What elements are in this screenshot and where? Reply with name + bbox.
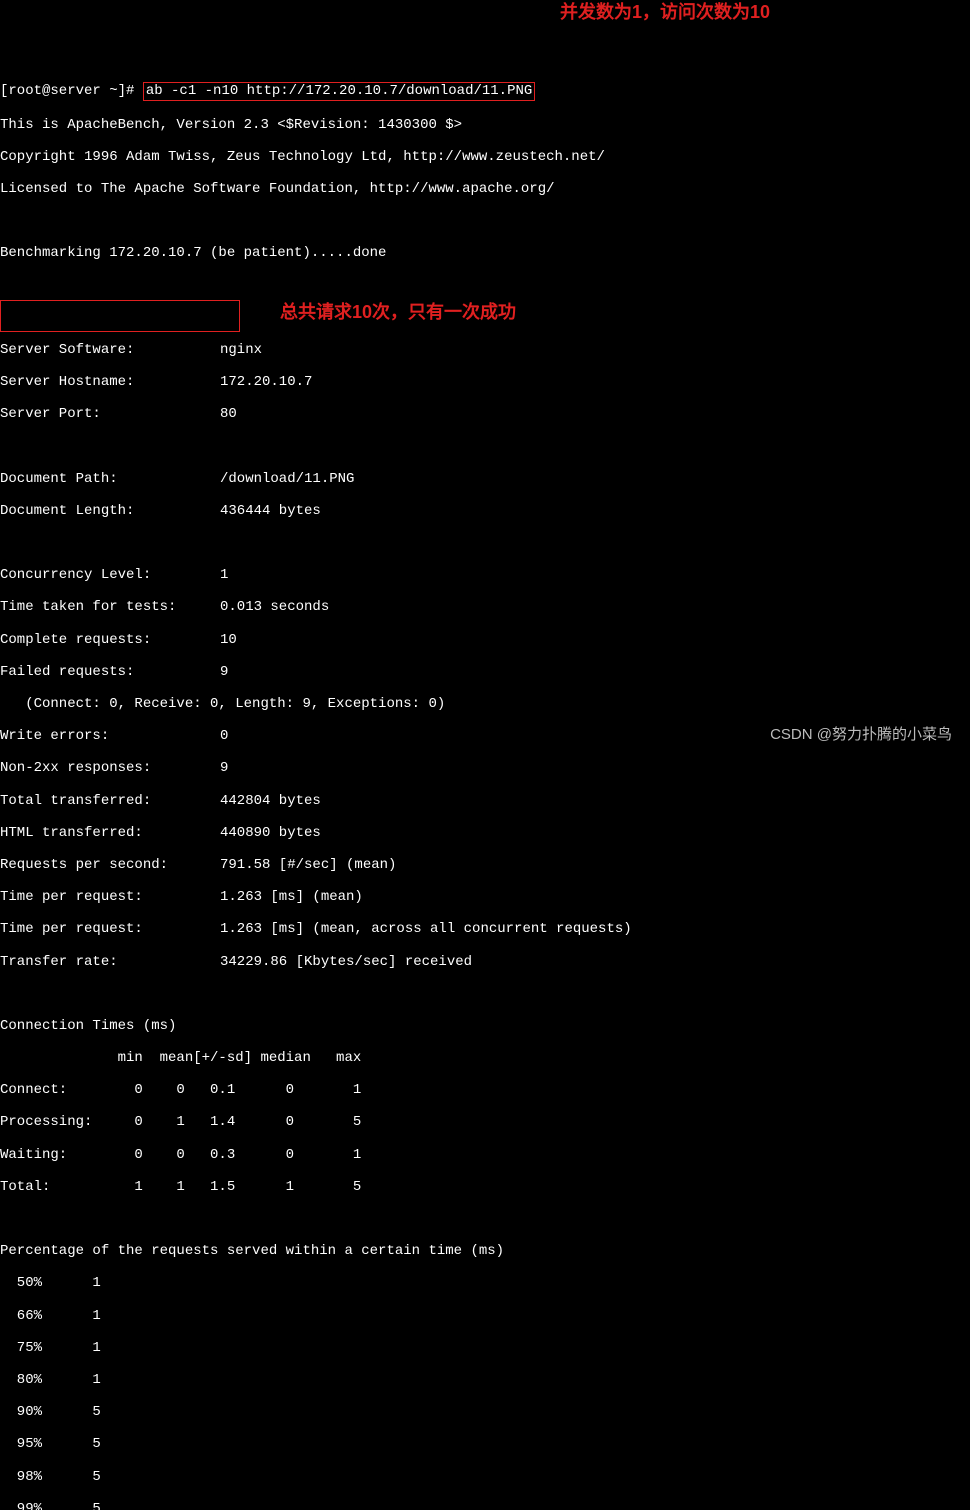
percentage-80: 80% 1 [0,1372,970,1388]
connection-times-title: Connection Times (ms) [0,1018,970,1034]
write-errors-label: Write errors: [0,728,220,744]
transfer-rate-label: Transfer rate: [0,954,220,970]
benchmarking-line: Benchmarking 172.20.10.7 (be patient)...… [0,245,970,261]
html-transferred-label: HTML transferred: [0,825,220,841]
server-software-label: Server Software: [0,342,220,358]
complete-requests-label: Complete requests: [0,632,220,648]
percentage-90: 90% 5 [0,1404,970,1420]
connection-connect-row: Connect: 0 0 0.1 0 1 [0,1082,970,1098]
percentage-title: Percentage of the requests served within… [0,1243,970,1259]
connection-waiting-row: Waiting: 0 0 0.3 0 1 [0,1147,970,1163]
document-path-value: /download/11.PNG [220,471,354,487]
document-path-label: Document Path: [0,471,220,487]
server-hostname-value: 172.20.10.7 [220,374,312,390]
non-2xx-value: 9 [220,760,228,776]
time-per-request-all-value: 1.263 [ms] (mean, across all concurrent … [220,921,632,937]
total-transferred-value: 442804 bytes [220,793,321,809]
connection-processing-row: Processing: 0 1 1.4 0 5 [0,1114,970,1130]
percentage-66: 66% 1 [0,1308,970,1324]
command-box: ab -c1 -n10 http://172.20.10.7/download/… [143,82,535,100]
connection-times-header: min mean[+/-sd] median max [0,1050,970,1066]
server-port-label: Server Port: [0,406,220,422]
percentage-98: 98% 5 [0,1469,970,1485]
time-taken-label: Time taken for tests: [0,599,220,615]
percentage-99: 99% 5 [0,1501,970,1510]
server-port-value: 80 [220,406,237,422]
total-transferred-label: Total transferred: [0,793,220,809]
time-taken-value: 0.013 seconds [220,599,329,615]
requests-per-second-value: 791.58 [#/sec] (mean) [220,857,396,873]
transfer-rate-value: 34229.86 [Kbytes/sec] received [220,954,472,970]
requests-per-second-label: Requests per second: [0,857,220,873]
apache-bench-version: This is ApacheBench, Version 2.3 <$Revis… [0,117,970,133]
shell-prompt: [root@server ~]# [0,83,143,99]
annotation-concurrency: 并发数为1，访问次数为10 [560,2,770,23]
concurrency-level-label: Concurrency Level: [0,567,220,583]
time-per-request-label: Time per request: [0,889,220,905]
copyright-line: Copyright 1996 Adam Twiss, Zeus Technolo… [0,149,970,165]
failed-requests-value: 9 [220,664,228,680]
html-transferred-value: 440890 bytes [220,825,321,841]
time-per-request-value: 1.263 [ms] (mean) [220,889,363,905]
complete-requests-value: 10 [220,632,237,648]
percentage-95: 95% 5 [0,1436,970,1452]
percentage-50: 50% 1 [0,1275,970,1291]
percentage-75: 75% 1 [0,1340,970,1356]
command-text[interactable]: ab -c1 -n10 http://172.20.10.7/download/… [146,83,532,99]
concurrency-level-value: 1 [220,567,228,583]
csdn-watermark: CSDN @努力扑腾的小菜鸟 [770,726,952,743]
failed-requests-label: Failed requests: [0,664,220,680]
time-per-request-all-label: Time per request: [0,921,220,937]
non-2xx-label: Non-2xx responses: [0,760,220,776]
write-errors-value: 0 [220,728,228,744]
failed-requests-detail: (Connect: 0, Receive: 0, Length: 9, Exce… [0,696,970,712]
connection-total-row: Total: 1 1 1.5 1 5 [0,1179,970,1195]
server-hostname-label: Server Hostname: [0,374,220,390]
document-length-value: 436444 bytes [220,503,321,519]
document-length-label: Document Length: [0,503,220,519]
server-software-value: nginx [220,342,262,358]
license-line: Licensed to The Apache Software Foundati… [0,181,970,197]
terminal-output: [root@server ~]# ab -c1 -n10 http://172.… [0,64,970,1510]
annotation-requests: 总共请求10次，只有一次成功 [280,302,516,323]
